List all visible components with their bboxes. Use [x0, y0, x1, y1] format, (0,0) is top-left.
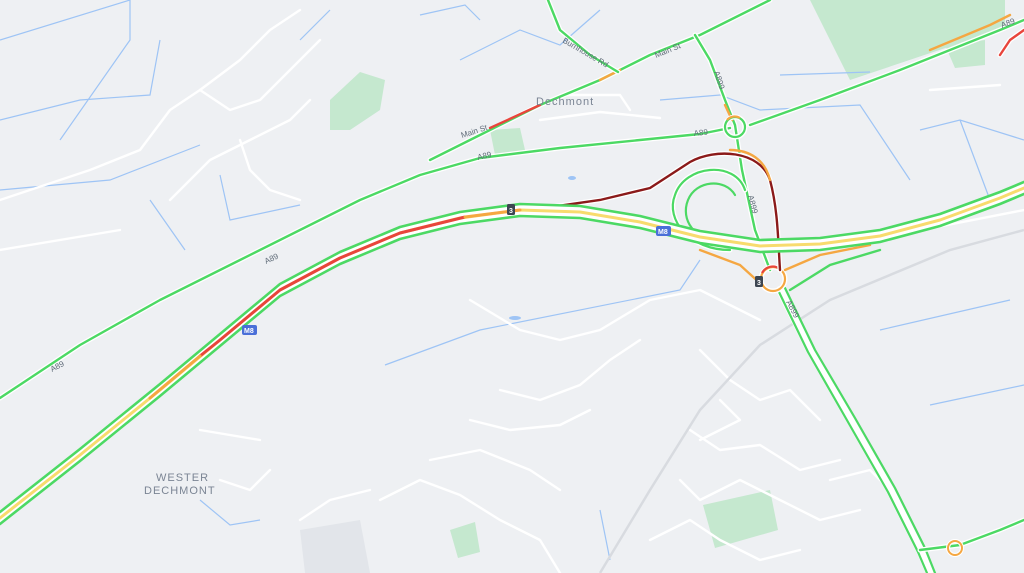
m8-core-traffic: [0, 186, 1024, 520]
junction-shield: 3: [755, 276, 763, 287]
junction-number: 3: [757, 280, 761, 287]
pond: [568, 176, 576, 180]
stream: [599, 509, 611, 561]
stream: [299, 9, 331, 41]
road-label-a89: A89: [476, 150, 492, 162]
minor-road: [0, 228, 122, 252]
minor-road: [428, 448, 562, 492]
minor-road: [698, 398, 742, 442]
place-label-wester-dechmont: DECHMONT: [144, 485, 216, 497]
map-layer: A89 A89 A89 A89 A89 A899 A899 A899 Main …: [0, 0, 1024, 573]
junction-loops: [527, 148, 882, 292]
road-label-a89: A89: [693, 127, 709, 137]
road-label-burnhouse-rd: Burnhouse Rd: [561, 36, 610, 69]
stream: [0, 0, 131, 41]
minor-road: [498, 338, 642, 402]
m8-shield: M8: [656, 226, 671, 236]
a89-road: [0, 125, 733, 401]
road-label-a899: A899: [712, 70, 727, 91]
stream: [199, 499, 261, 526]
minor-road: [468, 408, 592, 432]
stream: [419, 4, 481, 21]
stream: [219, 174, 301, 221]
minor-road: [698, 348, 822, 422]
water-features: [0, 0, 1024, 561]
main-st-slow: [488, 103, 542, 130]
junction-number: 3: [509, 208, 513, 215]
minor-road: [198, 428, 262, 442]
stream: [879, 299, 1011, 331]
minor-road: [238, 138, 302, 202]
park-area: [450, 522, 480, 558]
a89-right-traffic: [998, 28, 1024, 57]
place-label-wester: WESTER: [156, 472, 209, 484]
stream: [149, 199, 186, 251]
road-label-main-st: Main St: [653, 41, 682, 60]
minor-road: [218, 468, 272, 492]
stream: [0, 39, 161, 121]
stream: [384, 259, 701, 366]
m8-shield: M8: [242, 325, 257, 335]
place-label-dechmont: Dechmont: [536, 96, 594, 108]
pond: [509, 316, 521, 320]
park-areas: [330, 0, 1005, 558]
minor-road: [0, 8, 302, 202]
minor-road: [468, 288, 762, 342]
a89-road-traffic: [0, 126, 732, 400]
minor-road: [538, 110, 662, 122]
m8-moderate-section: [148, 354, 202, 400]
railway: [598, 228, 1024, 573]
stream: [959, 119, 991, 201]
built-area: [300, 520, 370, 573]
place-labels: Dechmont WESTER DECHMONT: [144, 96, 594, 497]
road-label-a89: A89: [263, 251, 280, 265]
m8-slow-section: [198, 215, 467, 358]
minor-road: [168, 98, 312, 202]
minor-road: [688, 428, 842, 472]
stream: [59, 0, 131, 141]
m8-shield-text: M8: [658, 229, 668, 236]
park-area: [330, 72, 385, 130]
m8-shield-text: M8: [244, 328, 254, 335]
map-canvas[interactable]: A89 A89 A89 A89 A89 A899 A899 A899 Main …: [0, 0, 1024, 573]
m8-motorway: [0, 180, 1024, 526]
ponds: [509, 176, 576, 320]
slip-sw-link: [698, 248, 764, 287]
park-area: [703, 490, 778, 548]
minor-road: [928, 83, 1002, 92]
minor-road: [298, 488, 372, 522]
se-link-road: [917, 517, 1024, 553]
junction-shield: 3: [507, 204, 515, 215]
m8-eastbound-traffic: [0, 192, 1024, 526]
stream: [0, 144, 201, 191]
stream: [919, 119, 1024, 141]
stream: [929, 384, 1024, 406]
